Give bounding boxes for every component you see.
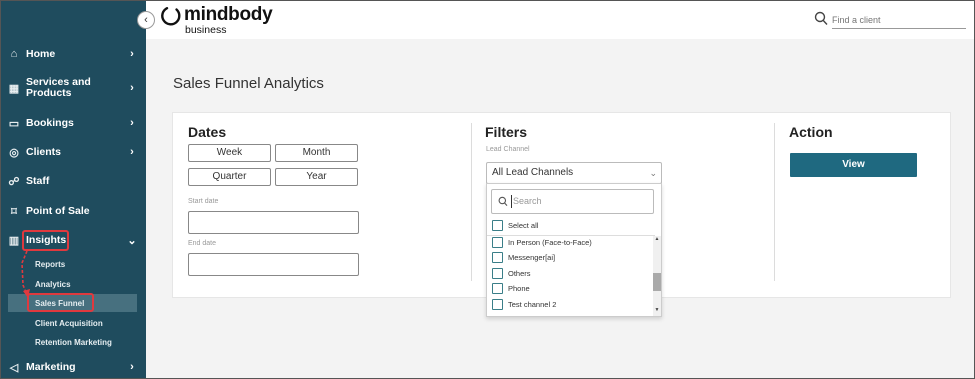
divider — [774, 123, 775, 281]
lead-channel-dropdown: Search Select all In Person (Face-to-Fac… — [486, 183, 662, 317]
top-bar: mindbody business — [146, 1, 974, 39]
lead-channel-select[interactable]: All Lead Channels ⌄ — [486, 162, 662, 184]
dates-title: Dates — [188, 124, 227, 140]
scroll-down-icon[interactable]: ▼ — [653, 307, 661, 315]
filters-title: Filters — [485, 124, 528, 140]
dashed-arrow-annotation — [21, 250, 30, 298]
lead-channel-label: Lead Channel — [486, 146, 530, 153]
action-title: Action — [789, 124, 833, 140]
option-others[interactable]: Others — [492, 266, 531, 280]
dropdown-search[interactable]: Search — [491, 189, 654, 214]
chevron-down-icon: ⌄ — [649, 168, 657, 178]
end-date-label: End date — [188, 240, 217, 247]
option-label: Select all — [508, 220, 539, 230]
client-search — [814, 11, 966, 29]
option-label: Test channel 2 — [508, 299, 557, 309]
page-title: Sales Funnel Analytics — [173, 75, 324, 92]
checkbox[interactable] — [492, 219, 503, 231]
option-messenger[interactable]: Messenger[ai] — [492, 250, 555, 264]
week-button[interactable]: Week — [188, 144, 271, 162]
brand-sub: business — [185, 24, 227, 36]
logo-mark-icon — [161, 6, 181, 26]
dropdown-search-placeholder: Search — [513, 196, 542, 206]
option-phone[interactable]: Phone — [492, 281, 530, 295]
checkbox[interactable] — [492, 236, 503, 248]
option-label: Others — [508, 268, 531, 278]
view-button[interactable]: View — [790, 153, 917, 177]
checkbox[interactable] — [492, 267, 503, 279]
select-all-option[interactable]: Select all — [492, 218, 538, 232]
checkbox[interactable] — [492, 282, 503, 294]
search-icon — [498, 196, 508, 206]
text-cursor — [511, 195, 512, 208]
start-date-input[interactable] — [188, 211, 359, 234]
scrollbar-thumb[interactable] — [653, 273, 661, 291]
month-button[interactable]: Month — [275, 144, 358, 162]
quarter-button[interactable]: Quarter — [188, 168, 271, 186]
option-in-person[interactable]: In Person (Face-to-Face) — [492, 235, 592, 249]
divider — [471, 123, 472, 281]
lead-channel-selected-value: All Lead Channels — [492, 167, 574, 178]
client-search-input[interactable] — [832, 11, 966, 29]
brand-name: mindbody — [184, 4, 273, 25]
year-button[interactable]: Year — [275, 168, 358, 186]
app-window: ⌂ Home › ▦ Services and Products › ▭ Boo… — [0, 0, 975, 379]
checkbox[interactable] — [492, 251, 503, 263]
collapse-sidebar-button[interactable]: ‹ — [137, 11, 155, 29]
search-icon[interactable] — [814, 11, 828, 27]
checkbox[interactable] — [492, 298, 503, 310]
option-label: Phone — [508, 283, 530, 293]
option-test-channel-2[interactable]: Test channel 2 — [492, 297, 556, 311]
scroll-up-icon[interactable]: ▲ — [653, 236, 661, 244]
mindbody-logo[interactable]: mindbody business — [159, 4, 273, 36]
sidebar: ⌂ Home › ▦ Services and Products › ▭ Boo… — [1, 1, 146, 378]
option-label: Messenger[ai] — [508, 252, 556, 262]
start-date-label: Start date — [188, 198, 219, 205]
option-label: In Person (Face-to-Face) — [508, 237, 592, 247]
end-date-input[interactable] — [188, 253, 359, 276]
